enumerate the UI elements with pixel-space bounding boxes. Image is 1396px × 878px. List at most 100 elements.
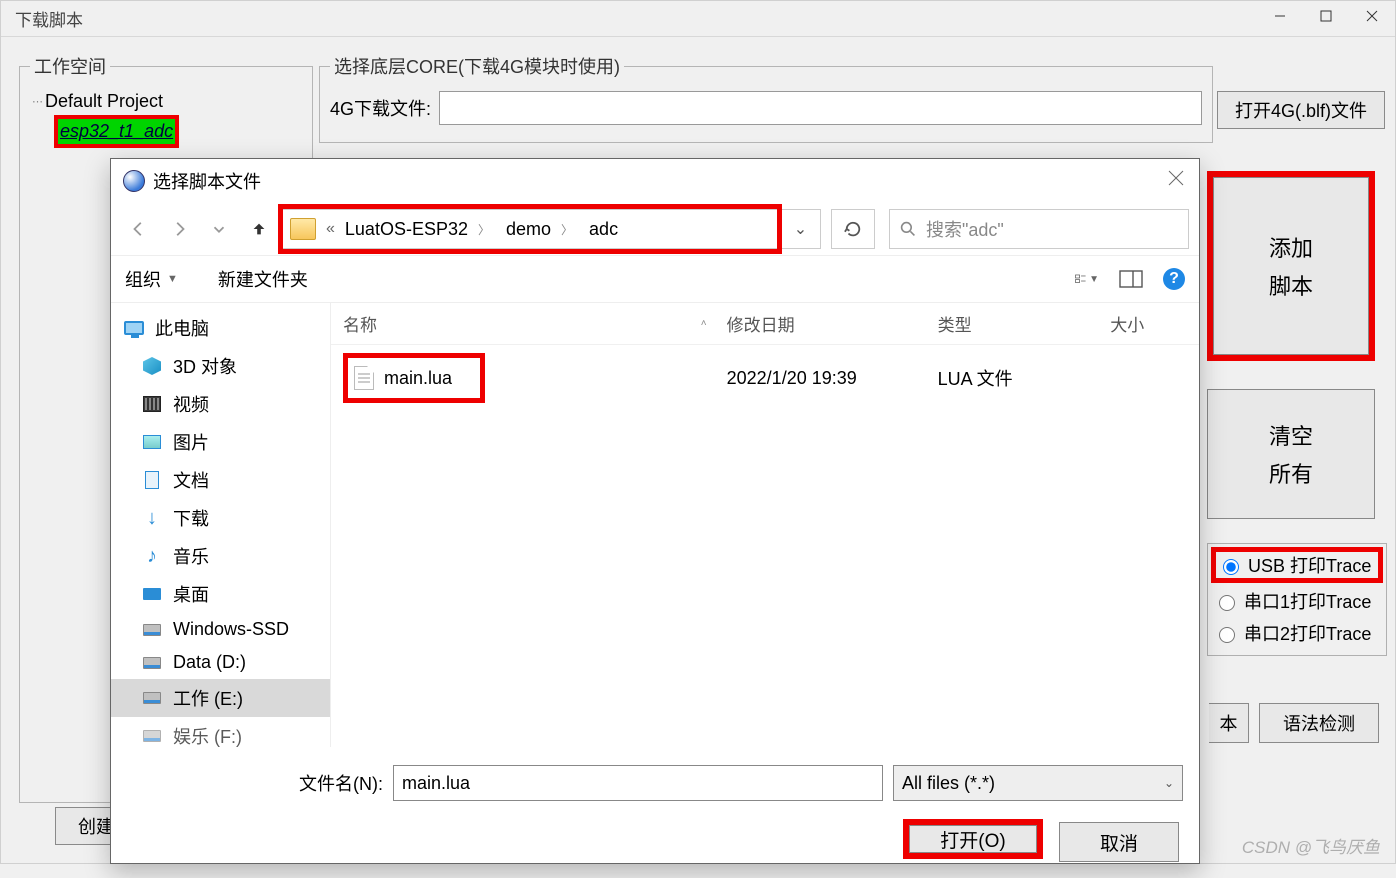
refresh-button[interactable] (831, 209, 875, 249)
clear-all-button[interactable]: 清空 所有 (1207, 389, 1375, 519)
sidebar-desktop[interactable]: 桌面 (111, 575, 330, 613)
sidebar-data-d[interactable]: Data (D:) (111, 646, 330, 679)
address-bar[interactable]: « LuatOS-ESP32〉 demo〉 adc ⌄ (281, 209, 821, 249)
nav-up-button[interactable] (241, 211, 277, 247)
dialog-nav: « LuatOS-ESP32〉 demo〉 adc ⌄ 搜索"adc" (111, 203, 1199, 255)
radio-usb-trace[interactable]: USB 打印Trace (1211, 547, 1383, 583)
preview-pane-button[interactable] (1119, 269, 1143, 289)
disk-icon (143, 730, 161, 742)
watermark: CSDN @飞鸟厌鱼 (1242, 833, 1380, 858)
new-folder-button[interactable]: 新建文件夹 (218, 266, 308, 292)
chevron-down-icon: ⌄ (1164, 776, 1174, 790)
folder-icon (290, 218, 316, 240)
col-size[interactable]: 大小 (1110, 311, 1187, 336)
desktop-icon (143, 588, 161, 600)
cube-icon (143, 357, 161, 375)
tree-expander-icon[interactable]: ⋯ (32, 95, 41, 108)
download-icon: ↓ (141, 508, 163, 528)
filetype-value: All files (*.*) (902, 773, 995, 794)
filename-label: 文件名(N): (299, 770, 383, 796)
core-file-input[interactable] (439, 91, 1202, 125)
view-options-button[interactable]: ▼ (1075, 269, 1099, 289)
close-button[interactable] (1349, 1, 1395, 31)
add-script-line2: 脚本 (1269, 269, 1313, 301)
tree-child[interactable]: esp32_t1_adc (54, 115, 300, 148)
picture-icon (143, 435, 161, 449)
minimize-button[interactable] (1257, 1, 1303, 31)
radio-com1-trace[interactable]: 串口1打印Trace (1214, 585, 1380, 617)
sidebar-this-pc[interactable]: 此电脑 (111, 309, 330, 347)
breadcrumb-overflow-icon[interactable]: « (324, 220, 337, 238)
file-open-dialog: 选择脚本文件 « LuatOS-ESP32〉 demo〉 adc ⌄ 搜索"ad… (110, 158, 1200, 864)
window-title: 下载脚本 (9, 6, 83, 31)
breadcrumb-seg-1[interactable]: LuatOS-ESP32〉 (337, 219, 498, 240)
core-legend: 选择底层CORE(下载4G模块时使用) (330, 53, 624, 79)
sidebar-music[interactable]: ♪音乐 (111, 537, 330, 575)
project-tree[interactable]: ⋯ Default Project esp32_t1_adc (30, 85, 302, 154)
filename-input[interactable] (393, 765, 883, 801)
radio-com1-label: 串口1打印Trace (1244, 588, 1371, 614)
maximize-button[interactable] (1303, 1, 1349, 31)
file-list[interactable]: 名称˄ 修改日期 类型 大小 main.lua 2022/1/20 19:39 … (331, 303, 1199, 747)
filetype-select[interactable]: All files (*.*) ⌄ (893, 765, 1183, 801)
tree-root-label: Default Project (45, 91, 163, 112)
search-icon (900, 221, 916, 237)
sidebar-downloads[interactable]: ↓下载 (111, 499, 330, 537)
sidebar-windows-ssd[interactable]: Windows-SSD (111, 613, 330, 646)
sidebar-3d-objects[interactable]: 3D 对象 (111, 347, 330, 385)
radio-usb-input[interactable] (1223, 559, 1239, 575)
radio-com1-input[interactable] (1219, 595, 1235, 611)
dialog-titlebar: 选择脚本文件 (111, 159, 1199, 203)
dialog-close-button[interactable] (1167, 169, 1185, 187)
breadcrumb-seg-2[interactable]: demo〉 (498, 219, 581, 240)
sidebar-ent-f[interactable]: 娱乐 (F:) (111, 717, 330, 747)
lua-file-icon (354, 366, 374, 390)
breadcrumb-seg-3[interactable]: adc (581, 219, 626, 240)
help-button[interactable]: ? (1163, 268, 1185, 290)
sidebar-work-e[interactable]: 工作 (E:) (111, 679, 330, 717)
col-type[interactable]: 类型 (938, 311, 1111, 336)
syntax-check-button[interactable]: 语法检测 (1259, 703, 1379, 743)
add-script-line1: 添加 (1269, 231, 1313, 263)
workspace-legend: 工作空间 (30, 53, 110, 79)
radio-com2-label: 串口2打印Trace (1244, 620, 1371, 646)
organize-menu[interactable]: 组织 ▼ (125, 266, 178, 292)
radio-com2-trace[interactable]: 串口2打印Trace (1214, 617, 1380, 649)
dialog-title: 选择脚本文件 (153, 168, 261, 194)
dialog-toolbar: 组织 ▼ 新建文件夹 ▼ ? (111, 255, 1199, 303)
col-name[interactable]: 名称˄ (343, 311, 727, 336)
trace-radio-group: USB 打印Trace 串口1打印Trace 串口2打印Trace (1207, 543, 1387, 656)
sidebar-pictures[interactable]: 图片 (111, 423, 330, 461)
file-type: LUA 文件 (938, 365, 1111, 391)
sidebar-videos[interactable]: 视频 (111, 385, 330, 423)
nav-recent-dropdown[interactable] (201, 211, 237, 247)
radio-usb-label: USB 打印Trace (1248, 552, 1371, 578)
open-4g-button[interactable]: 打开4G(.blf)文件 (1217, 91, 1385, 129)
file-highlight: main.lua (343, 353, 485, 403)
dialog-bottom: 文件名(N): All files (*.*) ⌄ 打开(O) 取消 (111, 747, 1199, 878)
file-row[interactable]: main.lua 2022/1/20 19:39 LUA 文件 (331, 345, 1199, 411)
tree-root[interactable]: ⋯ Default Project (32, 91, 300, 112)
tree-selected-project[interactable]: esp32_t1_adc (54, 115, 179, 148)
cancel-button[interactable]: 取消 (1059, 822, 1179, 862)
dialog-sidebar[interactable]: 此电脑 3D 对象 视频 图片 文档 ↓下载 ♪音乐 桌面 Windows-SS… (111, 303, 331, 747)
search-input[interactable]: 搜索"adc" (889, 209, 1189, 249)
document-icon (145, 471, 159, 489)
dialog-body: 此电脑 3D 对象 视频 图片 文档 ↓下载 ♪音乐 桌面 Windows-SS… (111, 303, 1199, 747)
music-icon: ♪ (141, 546, 163, 566)
address-dropdown-button[interactable]: ⌄ (780, 210, 820, 248)
core-label: 4G下载文件: (330, 95, 431, 121)
disk-icon (143, 624, 161, 636)
search-placeholder: 搜索"adc" (926, 216, 1004, 242)
add-script-button[interactable]: 添加 脚本 (1207, 171, 1375, 361)
nav-back-button[interactable] (121, 211, 157, 247)
open-button[interactable]: 打开(O) (903, 819, 1043, 859)
radio-com2-input[interactable] (1219, 627, 1235, 643)
col-date[interactable]: 修改日期 (727, 311, 938, 336)
sort-indicator-icon: ˄ (701, 318, 707, 329)
right-panel: 添加 脚本 清空 所有 USB 打印Trace 串口1打印Trace 串口2打印… (1207, 171, 1387, 656)
list-header[interactable]: 名称˄ 修改日期 类型 大小 (331, 303, 1199, 345)
sidebar-documents[interactable]: 文档 (111, 461, 330, 499)
nav-forward-button[interactable] (161, 211, 197, 247)
partial-button[interactable]: 本 (1209, 703, 1249, 743)
